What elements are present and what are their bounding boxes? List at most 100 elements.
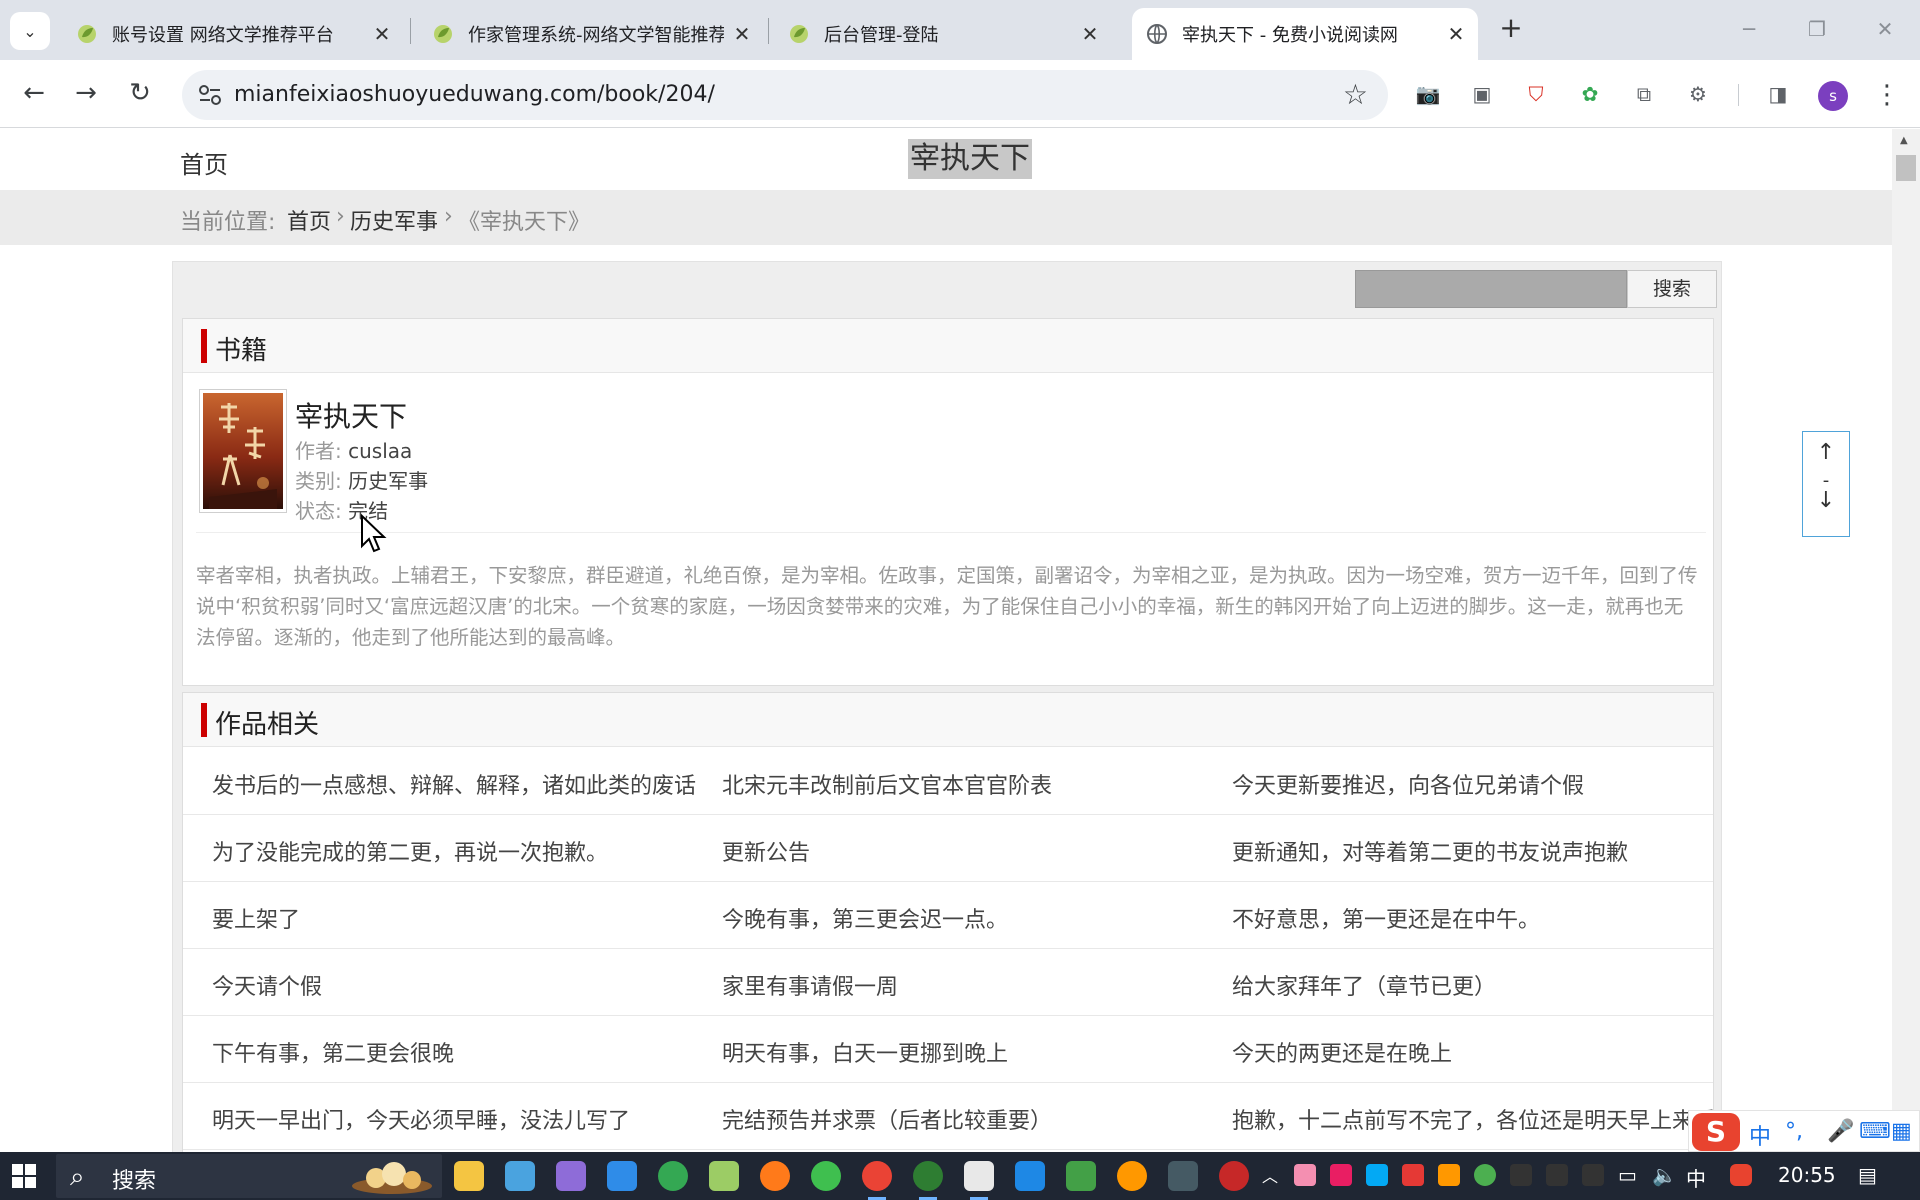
input-language-indicator[interactable]: 中 [1686, 1163, 1706, 1192]
bookmark-star-icon[interactable]: ☆ [1343, 78, 1368, 111]
app-icon[interactable] [505, 1161, 535, 1191]
author-value[interactable]: cuslaa [348, 439, 412, 463]
breadcrumb-category-link[interactable]: 历史军事 [350, 204, 438, 236]
app-icon[interactable] [556, 1161, 586, 1191]
list-item[interactable]: 今天更新要推迟，向各位兄弟请个假 [1232, 768, 1584, 800]
terminal-icon[interactable] [1168, 1161, 1198, 1191]
tab-admin-login[interactable]: 后台管理-登陆 ✕ [774, 8, 1112, 60]
ime-language-toggle[interactable]: 中 [1749, 1119, 1771, 1151]
list-item[interactable]: 家里有事请假一周 [722, 969, 898, 1001]
profile-avatar[interactable]: s [1818, 81, 1848, 111]
close-icon[interactable]: ✕ [1078, 22, 1102, 46]
address-bar[interactable]: mianfeixiaoshuoyueduwang.com/book/204/ ☆ [182, 70, 1388, 120]
list-item[interactable]: 下午有事，第二更会很晚 [212, 1036, 454, 1068]
minimize-icon[interactable]: ─ [1734, 14, 1764, 44]
app-icon[interactable] [913, 1161, 943, 1200]
puzzle-extensions-icon[interactable]: ⚙ [1684, 80, 1712, 108]
restore-icon[interactable]: ❐ [1802, 14, 1832, 44]
new-tab-plus-icon[interactable]: + [1494, 12, 1528, 46]
app-icon[interactable] [1219, 1161, 1249, 1191]
tray-app-icon[interactable] [1402, 1164, 1424, 1186]
book-title[interactable]: 宰执天下 [295, 395, 407, 435]
list-item[interactable]: 为了没能完成的第二更，再说一次抱歉。 [212, 835, 608, 867]
firefox-icon[interactable] [760, 1161, 790, 1191]
tray-qq-icon[interactable] [1546, 1164, 1568, 1186]
close-icon[interactable]: ✕ [730, 22, 754, 46]
tray-app-icon[interactable] [1294, 1164, 1316, 1186]
window-close-icon[interactable]: ✕ [1870, 14, 1900, 44]
shield-block-icon[interactable]: ⛉ [1522, 80, 1550, 108]
close-icon[interactable]: ✕ [370, 22, 394, 46]
notification-icon[interactable]: ▤ [1858, 1163, 1877, 1187]
tray-app-icon[interactable] [1438, 1164, 1460, 1186]
notepad-icon[interactable] [1066, 1161, 1096, 1191]
clock[interactable]: 20:55 [1778, 1163, 1836, 1187]
list-item[interactable]: 完结预告并求票（后者比较重要） [722, 1103, 1052, 1135]
list-item[interactable]: 今天的两更还是在晚上 [1232, 1036, 1452, 1068]
reload-icon[interactable]: ↻ [120, 74, 160, 114]
tray-qq-icon[interactable] [1510, 1164, 1532, 1186]
close-icon[interactable]: ✕ [1444, 22, 1468, 46]
arrow-up-icon[interactable]: ↑ [1803, 440, 1849, 465]
app-icon[interactable] [1015, 1161, 1045, 1191]
kebab-menu-icon[interactable]: ⋮ [1872, 78, 1902, 114]
windows-start-icon[interactable] [12, 1164, 36, 1188]
scrollbar-thumb[interactable] [1896, 155, 1916, 181]
list-item[interactable]: 明天一早出门，今天必须早睡，没法儿写了 [212, 1103, 630, 1135]
chrome-active-icon[interactable] [862, 1161, 892, 1200]
file-explorer-icon[interactable] [454, 1161, 484, 1191]
ime-grid-icon[interactable]: ▦ [1891, 1119, 1912, 1144]
back-arrow-icon[interactable]: ← [14, 74, 54, 114]
forward-arrow-icon[interactable]: → [66, 74, 106, 114]
list-item[interactable]: 明天有事，白天一更挪到晚上 [722, 1036, 1008, 1068]
app-icon[interactable] [607, 1161, 637, 1191]
keyboard-icon[interactable]: ⌨ [1859, 1119, 1891, 1144]
list-item[interactable]: 今天请个假 [212, 969, 322, 1001]
app-icon[interactable] [709, 1161, 739, 1191]
tray-qq-icon[interactable] [1582, 1164, 1604, 1186]
image-extension-icon[interactable]: ▣ [1468, 80, 1496, 108]
tray-wechat-icon[interactable] [1474, 1164, 1496, 1186]
sogou-ime-logo-icon[interactable]: S [1692, 1113, 1740, 1151]
search-button[interactable]: 搜索 [1627, 270, 1717, 308]
network-icon[interactable]: ▭ [1618, 1163, 1637, 1187]
list-item[interactable]: 抱歉，十二点前写不完了，各位还是明天早上来看 [1232, 1103, 1716, 1135]
list-item[interactable]: 更新通知，对等着第二更的书友说声抱歉 [1232, 835, 1628, 867]
tray-app-icon[interactable] [1366, 1164, 1388, 1186]
breadcrumb-home-link[interactable]: 首页 [287, 204, 331, 236]
intellij-icon[interactable] [964, 1161, 994, 1200]
microphone-icon[interactable]: 🎤 [1827, 1119, 1854, 1144]
side-panel-icon[interactable]: ◨ [1764, 80, 1792, 108]
chrome-icon[interactable] [658, 1161, 688, 1191]
list-item[interactable]: 发书后的一点感想、辩解、解释，诸如此类的废话 [212, 768, 696, 800]
category-value[interactable]: 历史军事 [348, 469, 428, 493]
home-link[interactable]: 首页 [180, 145, 228, 180]
site-settings-icon[interactable] [196, 82, 224, 108]
scroll-up-arrow-icon[interactable]: ▲ [1900, 135, 1908, 146]
page-scrollbar[interactable]: ▲ [1892, 129, 1920, 1152]
sogou-tray-icon[interactable] [1730, 1164, 1752, 1186]
url-text[interactable]: mianfeixiaoshuoyueduwang.com/book/204/ [234, 82, 715, 107]
camera-icon[interactable]: 📷 [1414, 80, 1442, 108]
tab-groups-icon[interactable]: ⧉ [1630, 80, 1658, 108]
list-item[interactable]: 不好意思，第一更还是在中午。 [1232, 902, 1540, 934]
scroll-up-down-widget[interactable]: ↑ - ↓ [1802, 431, 1850, 537]
tray-app-icon[interactable] [1330, 1164, 1352, 1186]
list-item[interactable]: 更新公告 [722, 835, 810, 867]
book-cover-image[interactable] [199, 389, 287, 513]
tray-overflow-icon[interactable]: ︿ [1262, 1163, 1278, 1187]
arrow-down-icon[interactable]: ↓ [1803, 488, 1849, 513]
volume-icon[interactable]: 🔈 [1652, 1163, 1677, 1187]
search-app-icon[interactable] [1117, 1161, 1147, 1191]
list-item[interactable]: 要上架了 [212, 902, 300, 934]
search-input[interactable] [1355, 270, 1627, 308]
taskbar-search-box[interactable]: ⌕ 搜索 [56, 1154, 442, 1198]
ai-extension-icon[interactable]: ✿ [1576, 80, 1604, 108]
tab-account-settings[interactable]: 账号设置 网络文学推荐平台 ✕ [62, 8, 404, 60]
tab-book-page[interactable]: 宰执天下 - 免费小说阅读网 ✕ [1132, 8, 1478, 60]
tab-writer-management[interactable]: 作家管理系统-网络文学智能推荐 ✕ [418, 8, 764, 60]
list-item[interactable]: 北宋元丰改制前后文官本官官阶表 [722, 768, 1052, 800]
list-item[interactable]: 今晚有事，第三更会迟一点。 [722, 902, 1008, 934]
tab-search-button[interactable]: ⌄ [10, 12, 50, 50]
list-item[interactable]: 给大家拜年了（章节已更） [1232, 969, 1496, 1001]
